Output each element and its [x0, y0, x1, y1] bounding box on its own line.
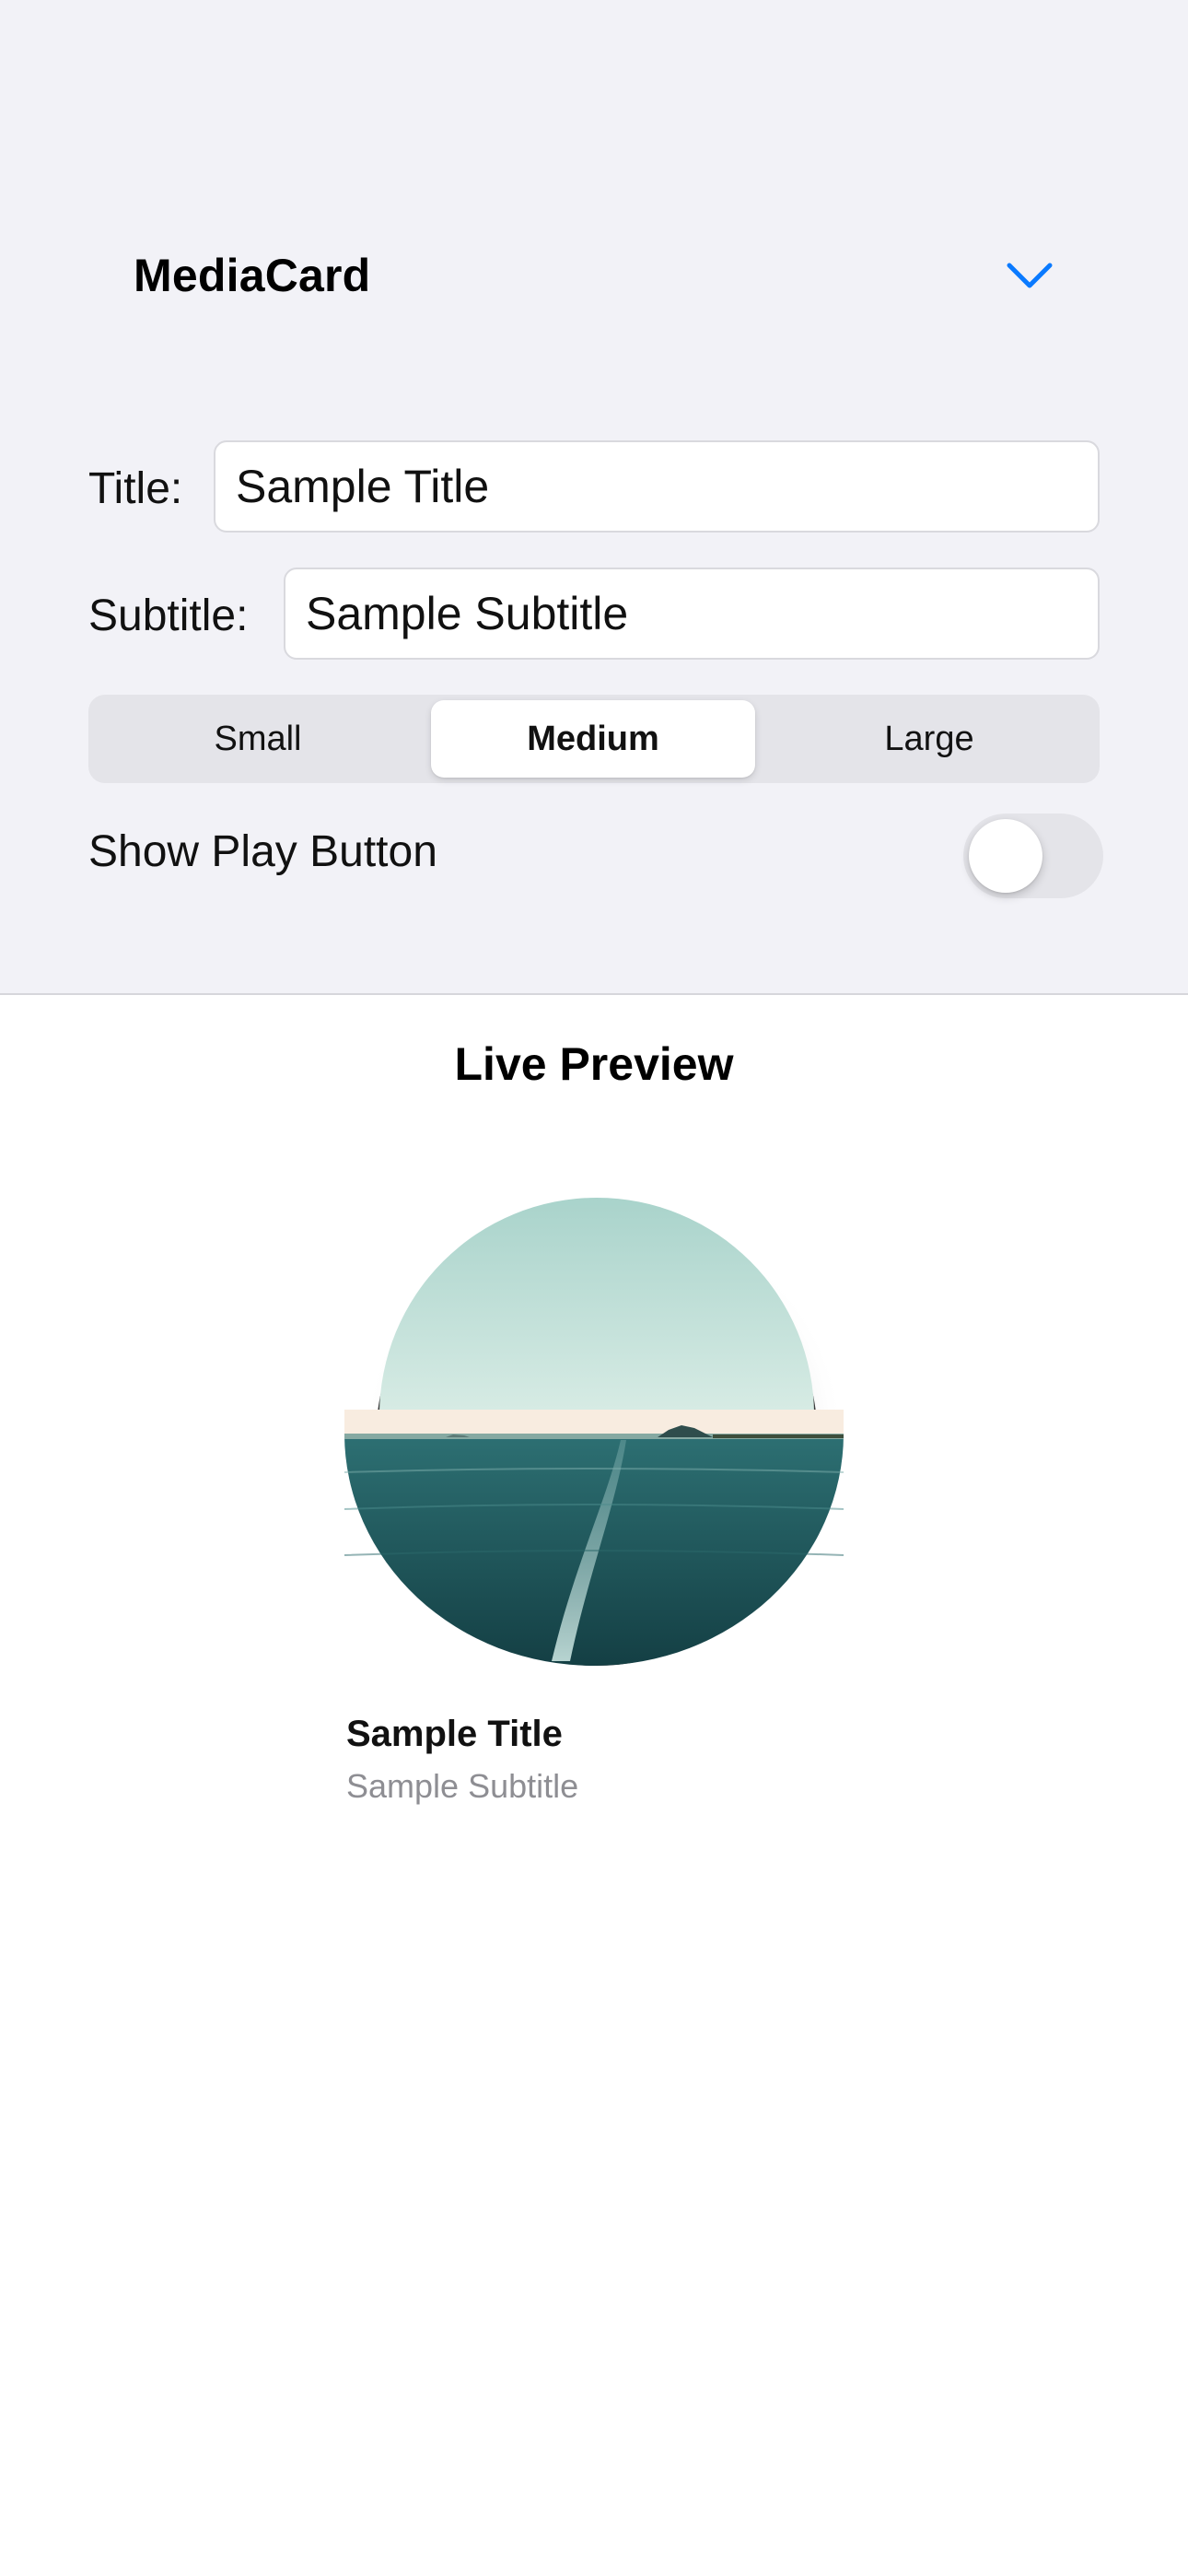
- subtitle-field-row: Subtitle:: [88, 568, 248, 663]
- live-preview-heading: Live Preview: [454, 1038, 734, 1090]
- show-play-button-toggle[interactable]: [963, 814, 1103, 898]
- subtitle-input[interactable]: [284, 568, 1100, 660]
- title-input[interactable]: [214, 440, 1100, 533]
- title-label: Title:: [88, 463, 183, 513]
- media-artwork: [344, 1198, 844, 1668]
- card-title: Sample Title: [346, 1714, 563, 1754]
- title-field-row: Title:: [88, 440, 182, 536]
- segment-medium[interactable]: Medium: [431, 700, 755, 778]
- subtitle-label: Subtitle:: [88, 591, 249, 640]
- toggle-knob: [969, 819, 1042, 893]
- card-subtitle: Sample Subtitle: [346, 1767, 579, 1805]
- component-name-title: MediaCard: [134, 250, 371, 301]
- segment-large[interactable]: Large: [764, 700, 1094, 778]
- show-play-button-label: Show Play Button: [88, 827, 437, 876]
- chevron-down-icon[interactable]: [1004, 258, 1055, 291]
- segment-small[interactable]: Small: [94, 700, 422, 778]
- configuration-panel: MediaCard Title: Subtitle: Small Medium …: [0, 0, 1188, 995]
- size-segmented-control: Small Medium Large: [88, 695, 1100, 783]
